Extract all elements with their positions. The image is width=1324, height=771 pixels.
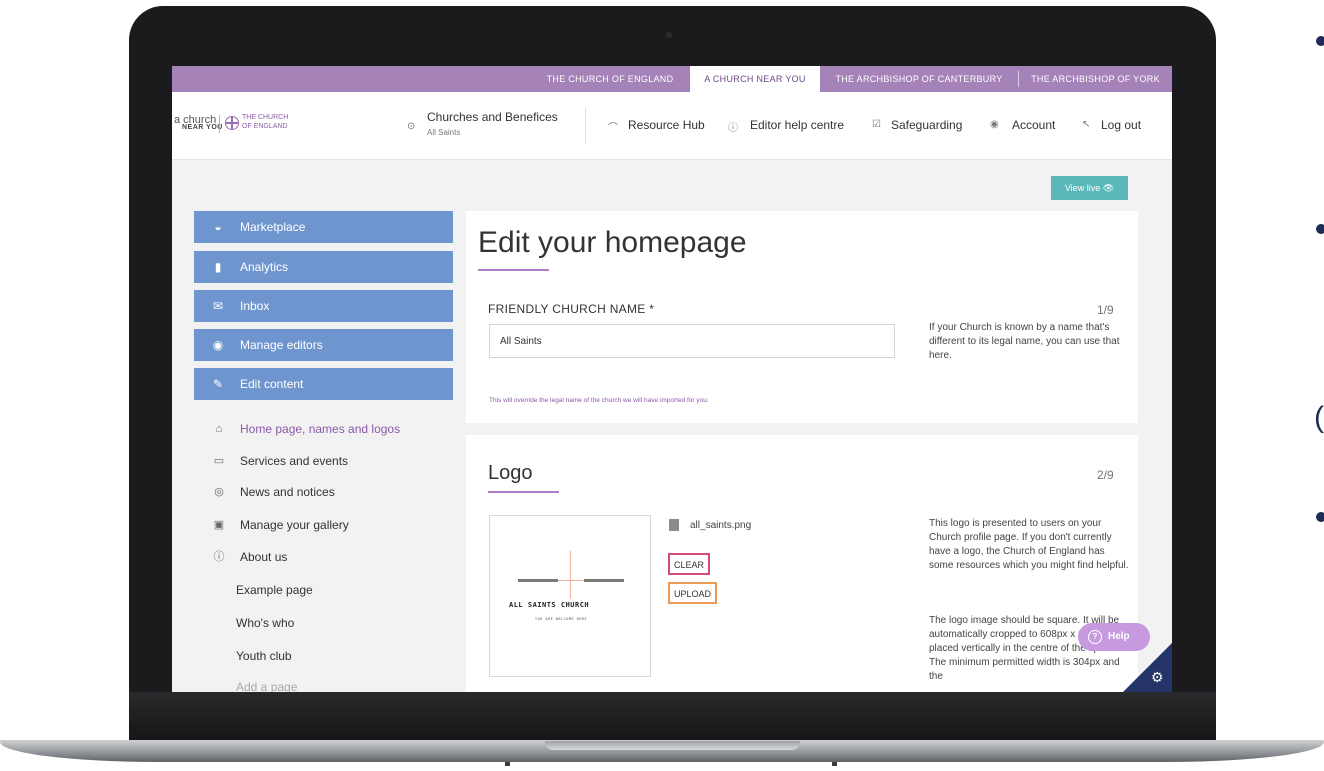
bar-chart-icon: ▮ bbox=[214, 260, 222, 274]
edge-bullet bbox=[1316, 512, 1324, 522]
camera-icon bbox=[666, 32, 672, 38]
logo-tagline: YOU ARE WELCOME HERE bbox=[535, 617, 588, 621]
view-live-button[interactable]: View live 👁 bbox=[1051, 176, 1128, 200]
sidebar-button-label: Inbox bbox=[240, 299, 270, 313]
logo-cross bbox=[570, 551, 571, 599]
stage: ( THE CHURCH OF ENGLAND A CHURCH NEAR YO… bbox=[0, 0, 1324, 771]
sidebar-sublink-example-page[interactable]: Example page bbox=[236, 583, 313, 597]
question-icon: ? bbox=[1088, 630, 1102, 644]
clear-button[interactable]: CLEAR bbox=[668, 553, 711, 575]
logo-church-name: ALL SAINTS CHURCH bbox=[509, 601, 590, 609]
logo-section-title: Logo bbox=[488, 462, 533, 484]
step-counter: 1/9 bbox=[1097, 303, 1114, 317]
top-link-church-of-england[interactable]: THE CHURCH OF ENGLAND bbox=[530, 66, 690, 92]
screen: THE CHURCH OF ENGLAND A CHURCH NEAR YOU … bbox=[172, 66, 1172, 692]
sidebar-link-label: Services and events bbox=[240, 454, 349, 468]
editor-help-link[interactable]: Editor help centre bbox=[750, 118, 844, 132]
sidebar-sublink-whos-who[interactable]: Who's who bbox=[236, 616, 294, 630]
logo-coe-text: OF ENGLAND bbox=[242, 123, 288, 130]
sidebar-button-label: Edit content bbox=[240, 377, 304, 391]
view-live-label: View live bbox=[1064, 183, 1101, 193]
checkbox-icon: ☑ bbox=[872, 119, 881, 130]
sidebar-link-label: Manage your gallery bbox=[240, 518, 349, 532]
upload-button[interactable]: UPLOAD bbox=[668, 582, 718, 604]
calendar-icon: ▭ bbox=[213, 455, 225, 467]
image-icon: ▣ bbox=[213, 519, 225, 531]
top-link-a-church-near-you[interactable]: A CHURCH NEAR YOU bbox=[690, 66, 820, 92]
resource-hub-icon: ⌒ bbox=[608, 123, 618, 134]
file-icon bbox=[669, 519, 679, 531]
pencil-icon: ✎ bbox=[212, 377, 224, 391]
sidebar-link-label: Home page, names and logos bbox=[240, 422, 401, 436]
logo-text: NEAR YOU bbox=[182, 124, 223, 131]
top-link-archbishop-canterbury[interactable]: THE ARCHBISHOP OF CANTERBURY bbox=[820, 66, 1018, 92]
friendly-name-label: FRIENDLY CHURCH NAME * bbox=[488, 302, 655, 316]
sidebar-link-about-us[interactable]: ⓘ About us bbox=[194, 547, 453, 567]
sidebar-link-label: About us bbox=[240, 550, 288, 564]
location-icon: ⊙ bbox=[407, 121, 416, 132]
top-bar: THE CHURCH OF ENGLAND A CHURCH NEAR YOU … bbox=[172, 66, 1172, 92]
logo-help-1: This logo is presented to users on your … bbox=[929, 518, 1129, 571]
edge-bullet bbox=[1316, 36, 1324, 46]
sidebar-button-manage-editors[interactable]: ◉ Manage editors bbox=[194, 329, 453, 361]
logo-file-name: all_saints.png bbox=[690, 520, 752, 531]
logo-preview: ALL SAINTS CHURCH YOU ARE WELCOME HERE bbox=[489, 515, 651, 677]
eye-icon: 👁 bbox=[1102, 183, 1115, 193]
info-icon: ⓘ bbox=[213, 551, 225, 563]
edge-bullet bbox=[1316, 224, 1324, 234]
safeguarding-link[interactable]: Safeguarding bbox=[891, 118, 962, 132]
friendly-name-input[interactable] bbox=[489, 324, 895, 358]
laptop-chin bbox=[129, 692, 1216, 742]
church-of-england-icon bbox=[225, 116, 239, 130]
churches-benefices-link[interactable]: Churches and Benefices bbox=[427, 110, 558, 124]
current-church-label: All Saints bbox=[427, 128, 461, 137]
edge-paren: ( bbox=[1314, 401, 1324, 434]
step-counter: 2/9 bbox=[1097, 468, 1114, 482]
sidebar-button-label: Analytics bbox=[240, 260, 289, 274]
logo-cross bbox=[553, 580, 588, 581]
gear-icon[interactable]: ⚙ bbox=[1151, 669, 1164, 686]
help-button-label: Help bbox=[1108, 631, 1130, 642]
sidebar-sublink-add-page[interactable]: Add a page bbox=[236, 680, 297, 692]
logo-bar-left bbox=[518, 579, 558, 582]
sidebar-button-inbox[interactable]: ✉ Inbox bbox=[194, 290, 453, 322]
sidebar-link-label: News and notices bbox=[240, 485, 335, 499]
friendly-name-help: If your Church is known by a name that's… bbox=[929, 322, 1120, 361]
sidebar-button-edit-content[interactable]: ✎ Edit content bbox=[194, 368, 453, 400]
logo-bar-right bbox=[584, 579, 624, 582]
account-link[interactable]: Account bbox=[1012, 118, 1055, 132]
help-circle-icon: ⓘ bbox=[728, 123, 738, 134]
logo-divider bbox=[219, 115, 220, 133]
header-divider bbox=[585, 108, 586, 144]
sidebar-link-gallery[interactable]: ▣ Manage your gallery bbox=[194, 515, 453, 535]
settings-corner[interactable] bbox=[1122, 643, 1172, 692]
sidebar-link-services-events[interactable]: ▭ Services and events bbox=[194, 451, 453, 471]
sidebar-link-news-notices[interactable]: ◎ News and notices bbox=[194, 482, 453, 502]
basket-icon: ◒ bbox=[214, 220, 222, 234]
sidebar-button-analytics[interactable]: ▮ Analytics bbox=[194, 251, 453, 283]
page-title: Edit your homepage bbox=[478, 226, 747, 259]
sidebar-button-label: Marketplace bbox=[240, 220, 306, 234]
sidebar-link-home-page[interactable]: ⌂ Home page, names and logos bbox=[194, 419, 453, 439]
top-link-archbishop-york[interactable]: THE ARCHBISHOP OF YORK bbox=[1019, 66, 1172, 92]
log-out-link[interactable]: Log out bbox=[1101, 118, 1141, 132]
user-circle-icon: ◉ bbox=[212, 338, 224, 352]
laptop-notch bbox=[545, 741, 800, 750]
broadcast-icon: ◎ bbox=[214, 486, 224, 498]
home-icon: ⌂ bbox=[215, 423, 223, 435]
sidebar-button-label: Manage editors bbox=[240, 338, 323, 352]
envelope-icon: ✉ bbox=[212, 299, 224, 313]
laptop-foot bbox=[505, 762, 510, 766]
logo-coe-text: THE CHURCH bbox=[242, 114, 289, 121]
sidebar-sublink-youth-club[interactable]: Youth club bbox=[236, 649, 292, 663]
friendly-name-hint: This will override the legal name of the… bbox=[489, 397, 709, 404]
logout-icon: ↖ bbox=[1082, 119, 1091, 130]
logo-title-underline bbox=[488, 491, 559, 493]
laptop-foot bbox=[832, 762, 837, 766]
site-logo[interactable]: a church NEAR YOU THE CHURCH OF ENGLAND bbox=[174, 114, 334, 136]
title-underline bbox=[478, 269, 549, 271]
sidebar-button-marketplace[interactable]: ◒ Marketplace bbox=[194, 211, 453, 243]
account-icon: ◉ bbox=[990, 119, 999, 130]
resource-hub-link[interactable]: Resource Hub bbox=[628, 118, 705, 132]
